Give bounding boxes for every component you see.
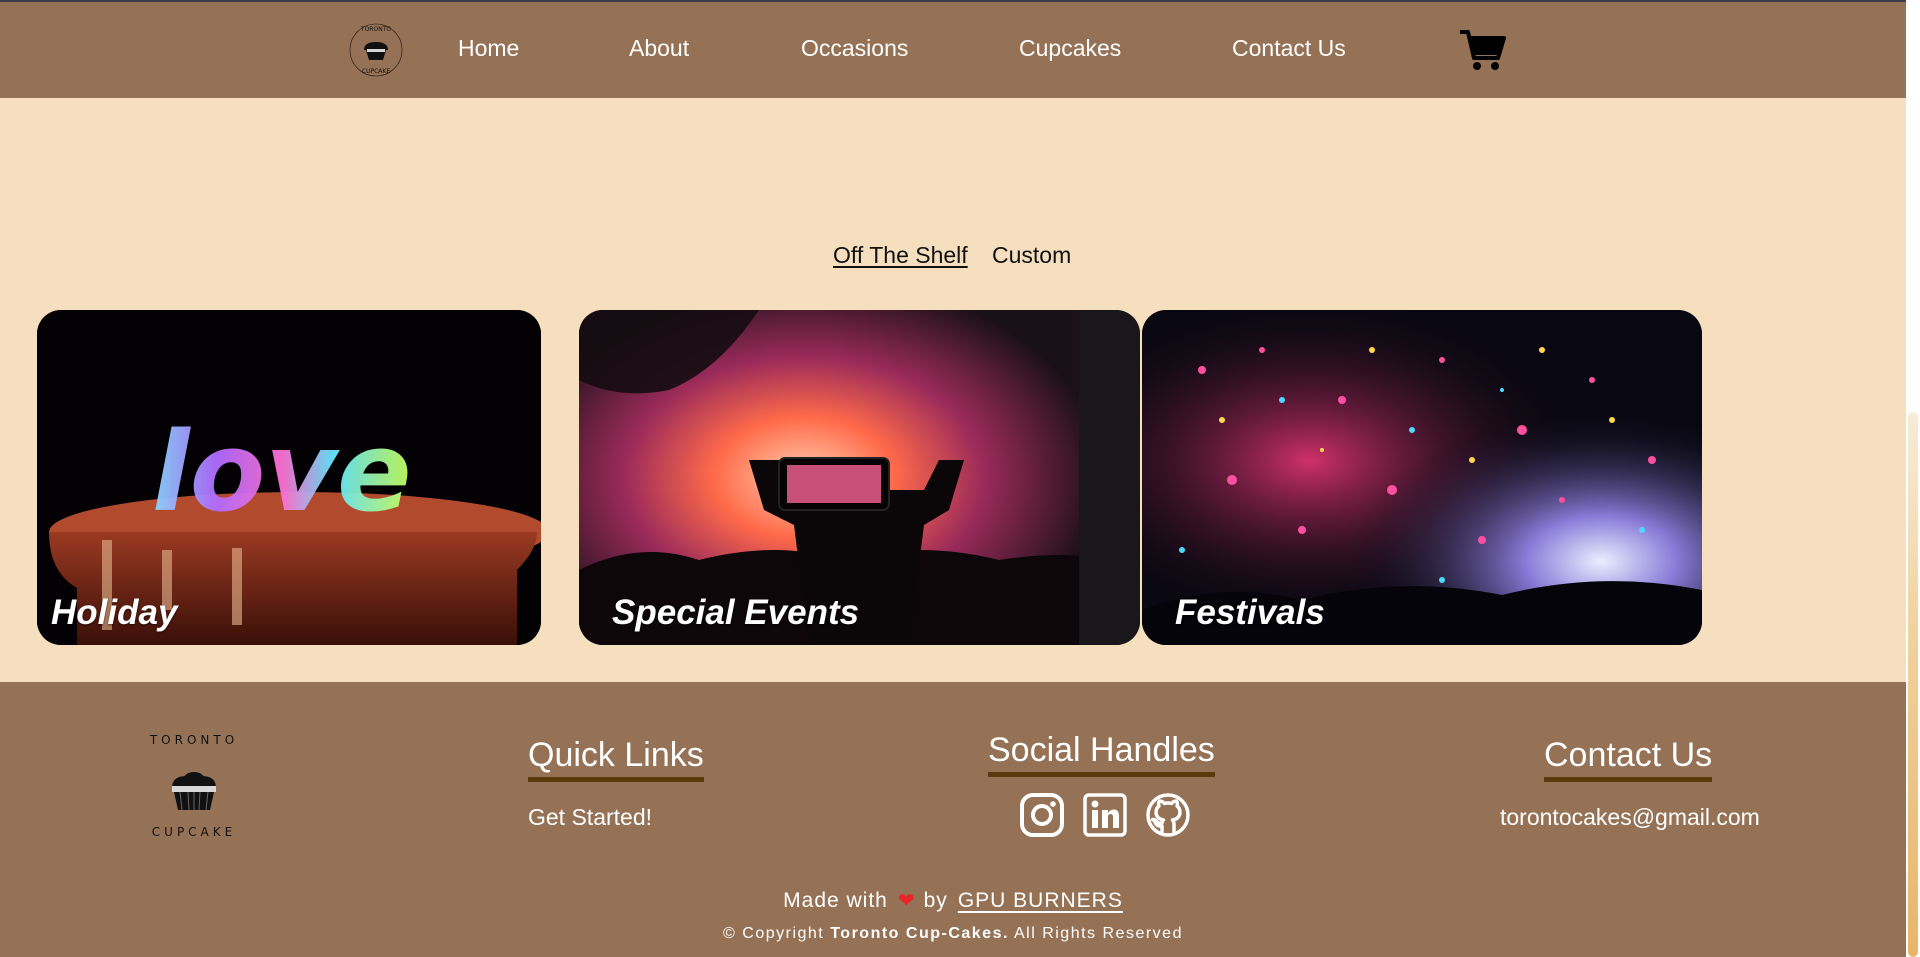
copyright-company: Toronto Cup-Cakes. xyxy=(830,925,1009,942)
github-icon[interactable] xyxy=(1145,792,1191,838)
nav-about[interactable]: About xyxy=(629,35,689,62)
card-label-special-events: Special Events xyxy=(612,593,860,632)
copyright-prefix: © Copyright xyxy=(723,925,825,942)
contact-us-heading: Contact Us xyxy=(1544,736,1713,782)
card-label-festivals: Festivals xyxy=(1175,593,1325,632)
card-label-holiday: Holiday xyxy=(51,593,178,632)
scrollbar-thumb[interactable] xyxy=(1908,412,1918,957)
tab-off-the-shelf[interactable]: Off The Shelf xyxy=(833,242,968,269)
svg-text:CUPCAKE: CUPCAKE xyxy=(152,825,236,839)
card-holiday[interactable]: love Holiday xyxy=(37,310,541,645)
nav-occasions[interactable]: Occasions xyxy=(801,35,908,62)
card-special-events[interactable]: Special Events xyxy=(579,310,1140,645)
card-festivals[interactable]: Festivals xyxy=(1142,310,1702,645)
made-with-prefix: Made with xyxy=(783,889,888,912)
instagram-icon[interactable] xyxy=(1019,792,1065,838)
gpu-burners-link[interactable]: GPU BURNERS xyxy=(958,889,1123,912)
navbar: TORONTO CUPCAKE Home About Occasions Cup… xyxy=(0,2,1906,98)
contact-email-link[interactable]: torontocakes@gmail.com xyxy=(1500,804,1760,831)
nav-home[interactable]: Home xyxy=(458,35,519,62)
social-handles-heading: Social Handles xyxy=(988,731,1215,777)
love-text: love xyxy=(152,408,412,536)
svg-text:TORONTO: TORONTO xyxy=(360,26,391,33)
nav-cupcakes[interactable]: Cupcakes xyxy=(1019,35,1121,62)
copyright-suffix: All Rights Reserved xyxy=(1013,925,1183,942)
get-started-link[interactable]: Get Started! xyxy=(528,804,652,831)
heart-icon: ❤ xyxy=(897,890,916,912)
linkedin-icon[interactable] xyxy=(1082,792,1128,838)
svg-text:CUPCAKE: CUPCAKE xyxy=(362,68,390,75)
nav-contact-us[interactable]: Contact Us xyxy=(1232,35,1346,62)
logo-icon[interactable]: TORONTO CUPCAKE xyxy=(348,22,404,78)
made-with-line: Made with ❤ by GPU BURNERS xyxy=(0,888,1906,913)
copyright-line: © Copyright Toronto Cup-Cakes. All Right… xyxy=(0,925,1906,943)
shopping-cart-icon[interactable] xyxy=(1458,28,1506,72)
made-with-by: by xyxy=(923,889,948,912)
svg-text:TORONTO: TORONTO xyxy=(149,733,238,747)
footer-logo-icon[interactable]: TORONTO CUPCAKE xyxy=(138,730,250,842)
quick-links-heading: Quick Links xyxy=(528,736,704,782)
tab-custom[interactable]: Custom xyxy=(992,242,1071,269)
footer: TORONTO CUPCAKE Quick Links Get Started!… xyxy=(0,682,1906,957)
